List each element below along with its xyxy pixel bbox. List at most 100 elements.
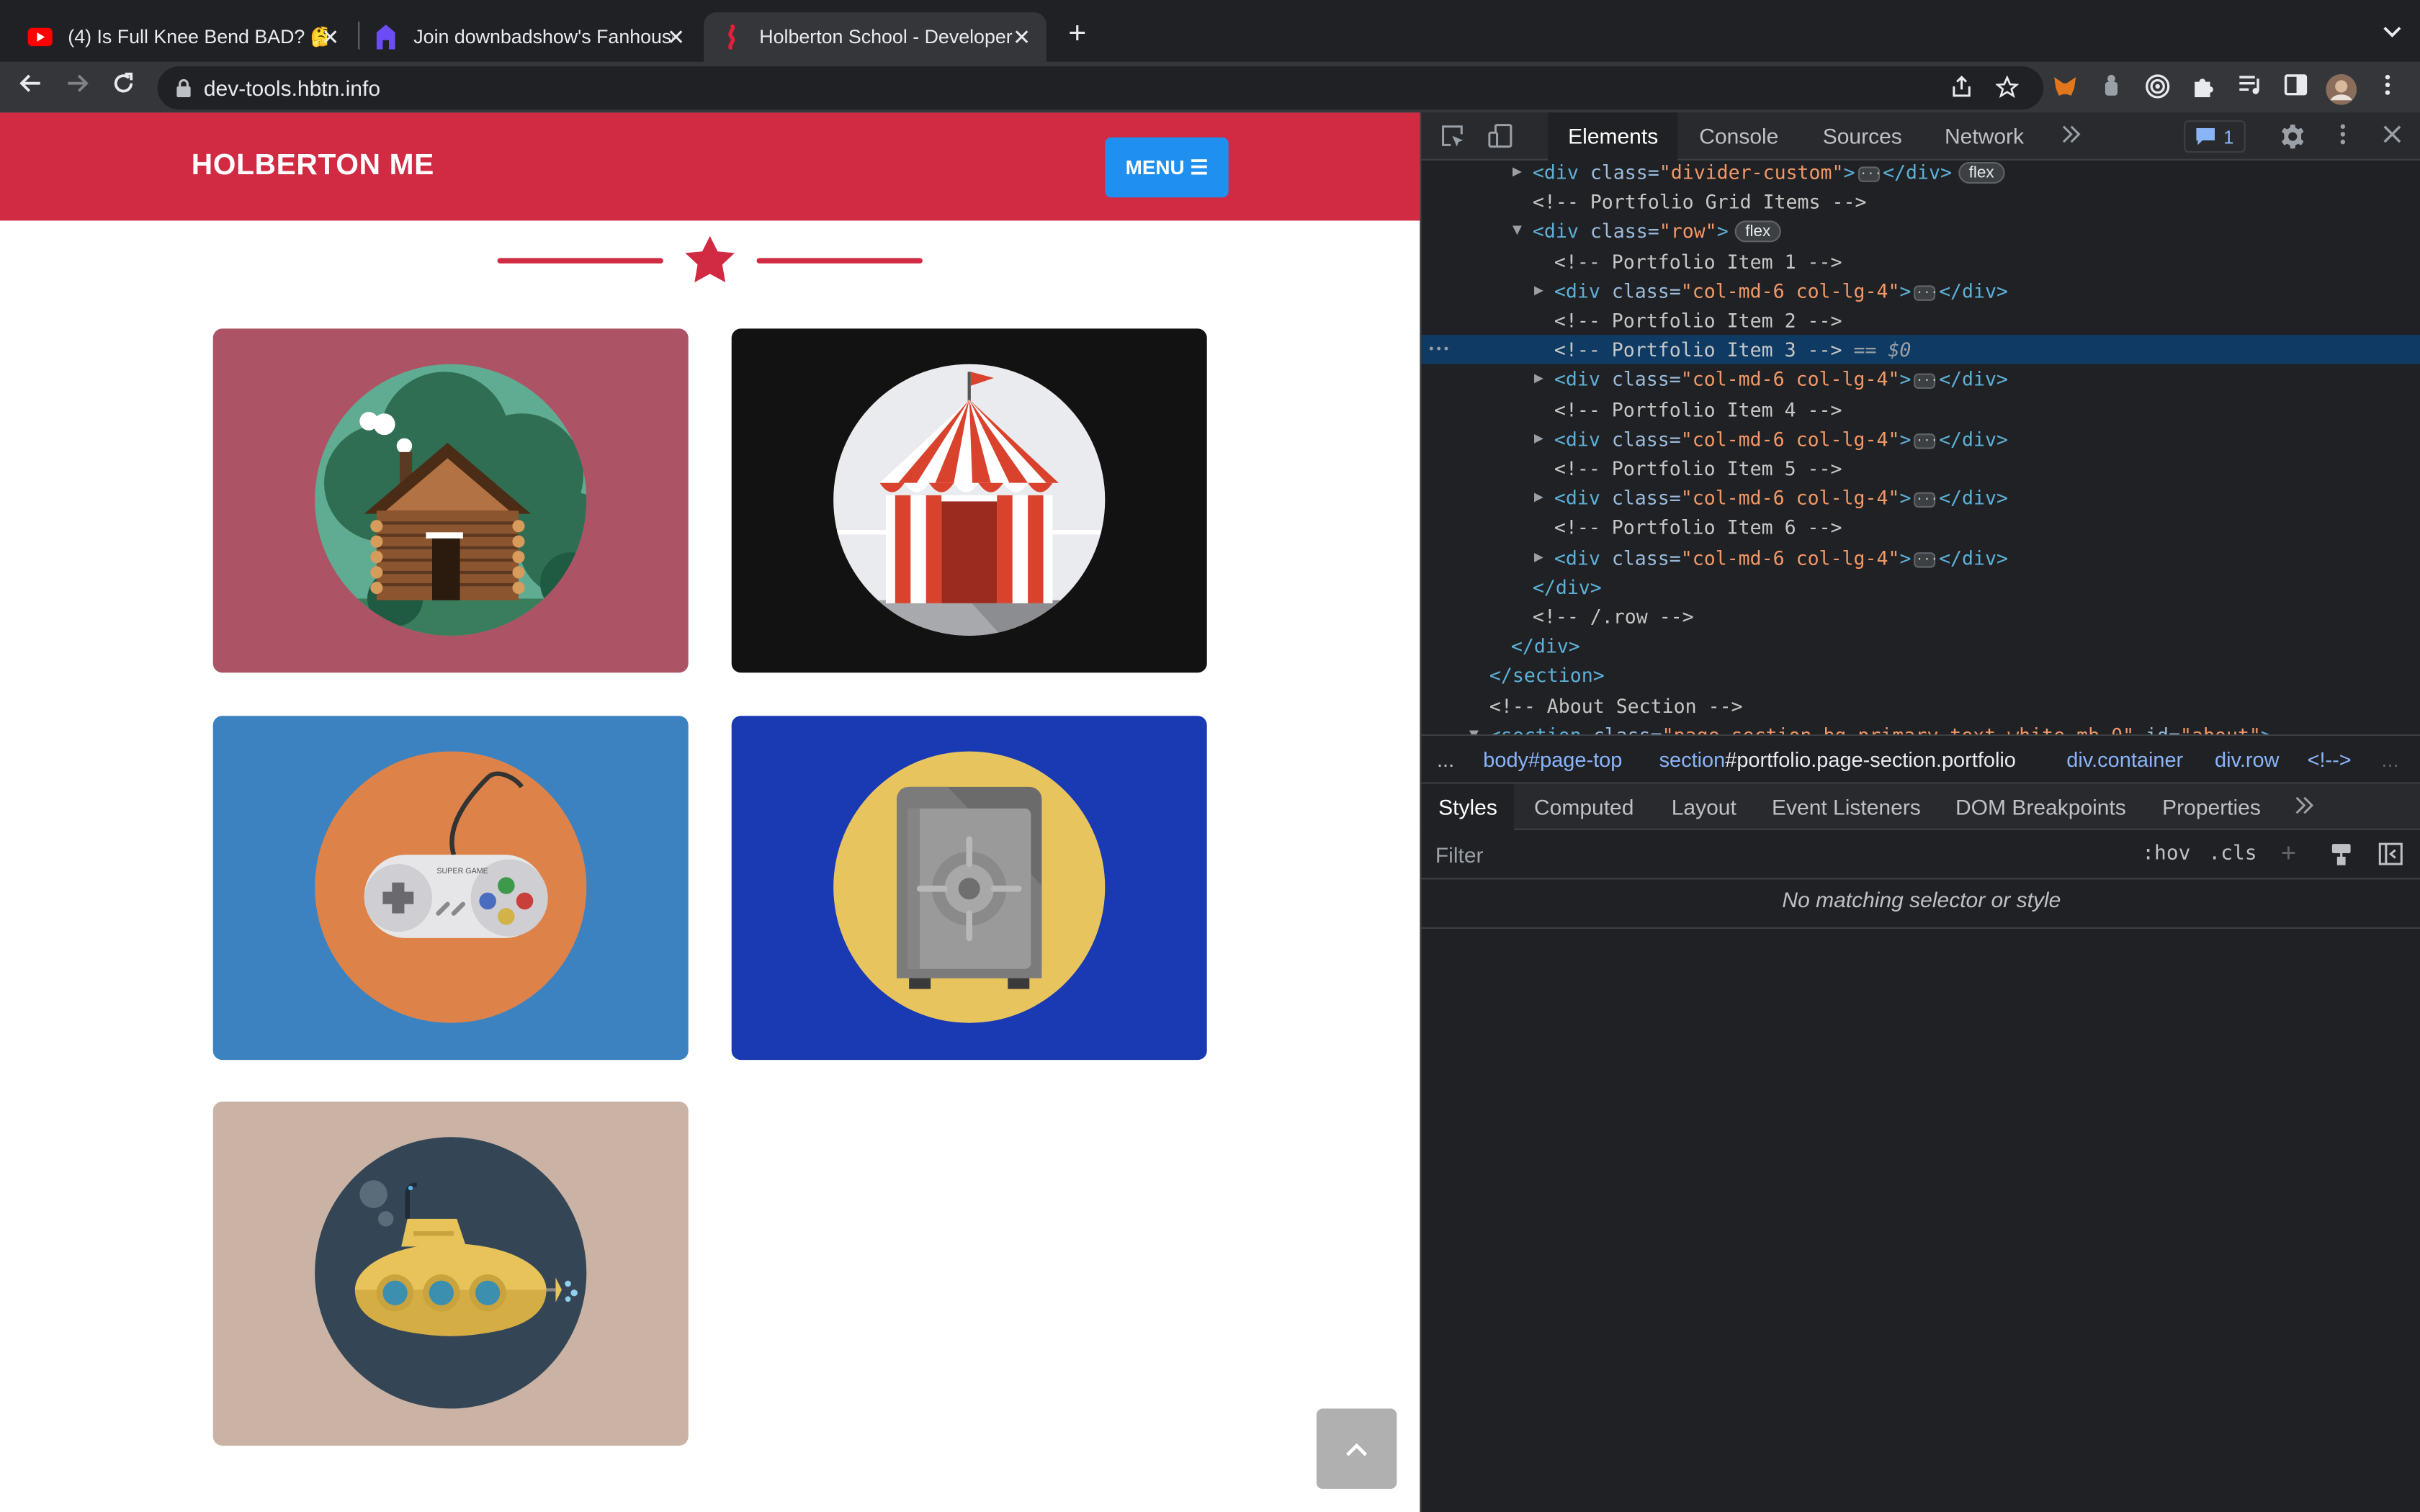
expand-triangle-icon[interactable]: ▶ xyxy=(1534,365,1543,395)
filter-input[interactable]: Filter xyxy=(1435,842,1484,867)
tab-layout[interactable]: Layout xyxy=(1672,784,1736,830)
collapsed-ellipsis[interactable]: ··· xyxy=(1914,433,1938,449)
tab-event-listeners[interactable]: Event Listeners xyxy=(1772,784,1921,830)
collapsed-ellipsis[interactable]: ··· xyxy=(1857,166,1882,182)
extension-icon[interactable] xyxy=(2097,74,2125,102)
close-devtools-icon[interactable] xyxy=(2378,123,2406,151)
flex-badge[interactable]: flex xyxy=(1734,221,1782,243)
portfolio-item[interactable] xyxy=(731,716,1207,1061)
portfolio-item[interactable] xyxy=(212,328,689,673)
browser-tab-fanhouse[interactable]: Join downbadshow's Fanhouse ✕ xyxy=(358,12,701,62)
hov-toggle[interactable]: :hov xyxy=(2142,842,2190,865)
dom-tree[interactable]: ▶ <div class="divider-custom"> ···</div> fl… xyxy=(1421,160,2420,734)
address-bar[interactable]: dev-tools.hbtn.info xyxy=(157,66,2044,110)
safe-icon xyxy=(833,751,1106,1023)
expand-triangle-icon[interactable]: ▶ xyxy=(1512,161,1522,186)
browser-tab-youtube[interactable]: (4) Is Full Knee Bend BAD? 🤔 ✕ xyxy=(12,12,355,62)
cls-toggle[interactable]: .cls xyxy=(2208,842,2257,865)
flex-badge[interactable]: flex xyxy=(1958,162,2005,184)
portfolio-item[interactable]: SUPER GAME xyxy=(212,716,689,1061)
share-icon[interactable] xyxy=(1949,76,1973,100)
target-icon[interactable] xyxy=(2143,74,2172,102)
back-icon[interactable] xyxy=(14,71,48,105)
brand-logo-text[interactable]: HOLBERTON ME xyxy=(192,150,434,184)
media-control-icon[interactable] xyxy=(2236,74,2264,102)
settings-gear-icon[interactable] xyxy=(2278,123,2306,151)
inspect-element-icon[interactable] xyxy=(1438,123,1466,151)
puzzle-icon[interactable] xyxy=(2190,74,2218,102)
no-matching-style-text: No matching selector or style xyxy=(1782,887,2061,912)
collapsed-ellipsis[interactable]: ··· xyxy=(1914,374,1938,390)
browser-tab-holberton[interactable]: Holberton School - Developer t ✕ xyxy=(704,12,1047,62)
breadcrumb-item[interactable]: body#page-top xyxy=(1483,748,1622,771)
expand-triangle-icon[interactable]: ▶ xyxy=(1534,483,1543,513)
breadcrumb-overflow[interactable]: ... xyxy=(2381,748,2398,771)
more-vert-icon[interactable] xyxy=(2329,123,2357,151)
close-icon[interactable]: ✕ xyxy=(1009,24,1034,50)
tab-styles[interactable]: Styles xyxy=(1421,783,1515,830)
forward-icon[interactable] xyxy=(60,71,94,105)
menu-button[interactable]: MENU ☰ xyxy=(1105,137,1229,198)
more-vert-icon[interactable] xyxy=(2374,74,2402,102)
metamask-icon[interactable] xyxy=(2051,74,2079,102)
dom-token: <!-- Portfolio Item 5 --> xyxy=(1554,456,1842,480)
tab-elements[interactable]: Elements xyxy=(1548,112,1679,161)
dom-token: class= xyxy=(1590,220,1659,243)
screen: (4) Is Full Knee Bend BAD? 🤔 ✕ Join down… xyxy=(0,0,2420,1512)
collapsed-ellipsis[interactable]: ··· xyxy=(1914,284,1938,301)
selected-node-dots[interactable]: ••• xyxy=(1428,335,1450,364)
close-icon[interactable]: ✕ xyxy=(318,24,342,50)
reload-icon[interactable] xyxy=(107,71,140,105)
dom-line-content: <!-- Portfolio Item 6 --> xyxy=(1554,513,1842,542)
portfolio-item[interactable] xyxy=(731,328,1207,673)
dom-line-content: <div class="col-md-6 col-lg-4"> ···</div> xyxy=(1554,483,2008,513)
new-style-rule-icon[interactable]: + xyxy=(2281,838,2296,868)
expand-triangle-icon[interactable]: ▶ xyxy=(1534,424,1543,454)
collapsed-ellipsis[interactable]: ··· xyxy=(1914,552,1938,567)
profile-avatar-icon[interactable] xyxy=(2326,73,2357,105)
dom-token: <!-- About Section --> xyxy=(1489,693,1743,717)
breadcrumb-item[interactable]: <!--> xyxy=(2308,748,2352,771)
breadcrumb-item[interactable]: section#portfolio.page-section.portfolio xyxy=(1659,748,2016,771)
portfolio-item[interactable] xyxy=(212,1102,689,1446)
collapsed-ellipsis[interactable]: ··· xyxy=(1914,492,1938,508)
dom-token: > xyxy=(1899,545,1912,569)
dom-token: "row" xyxy=(1659,220,1717,243)
dom-line-selected[interactable]: ••• <!-- Portfolio Item 3 --> == $0 xyxy=(1421,335,2420,365)
expand-triangle-icon[interactable]: ▶ xyxy=(1534,542,1543,572)
tab-network[interactable]: Network xyxy=(1945,112,2024,160)
close-icon[interactable]: ✕ xyxy=(663,24,688,50)
dom-token: > xyxy=(1843,160,1855,184)
tab-dom-breakpoints[interactable]: DOM Breakpoints xyxy=(1955,784,2126,830)
collapse-triangle-icon[interactable]: ▼ xyxy=(1469,720,1479,734)
tab-search-icon[interactable] xyxy=(2383,22,2402,43)
page-viewport: HOLBERTON ME MENU ☰ SUPER GAME xyxy=(0,112,1420,1512)
dom-token: class= xyxy=(1590,160,1659,184)
tab-computed[interactable]: Computed xyxy=(1534,784,1634,830)
issues-counter[interactable]: 1 xyxy=(2184,120,2246,153)
paint-icon[interactable] xyxy=(2331,842,2354,872)
issues-count: 1 xyxy=(2223,125,2234,148)
tab-console[interactable]: Console xyxy=(1699,112,1778,160)
new-tab-button[interactable]: + xyxy=(1062,19,1093,50)
breadcrumb-more[interactable]: ... xyxy=(1437,748,1454,771)
collapse-triangle-icon[interactable]: ▼ xyxy=(1512,217,1522,246)
breadcrumb-tag: body xyxy=(1483,748,1529,772)
device-toolbar-icon[interactable] xyxy=(1487,123,1515,151)
dom-token: <section xyxy=(1489,724,1593,734)
sidebar-toggle-icon[interactable] xyxy=(2378,842,2403,872)
bookmark-star-icon[interactable] xyxy=(1994,75,2019,100)
tab-properties[interactable]: Properties xyxy=(2162,784,2261,830)
controller-label: SUPER GAME xyxy=(436,867,488,876)
breadcrumb-item[interactable]: div.row xyxy=(2215,748,2280,771)
breadcrumb-item[interactable]: div.container xyxy=(2066,748,2183,771)
tab-sources[interactable]: Sources xyxy=(1823,112,1902,160)
more-tabs-icon[interactable] xyxy=(2057,123,2085,151)
scroll-to-top-button[interactable] xyxy=(1316,1408,1397,1489)
breadcrumb-selector: .row xyxy=(2239,748,2280,772)
browser-toolbar: dev-tools.hbtn.info xyxy=(0,61,2420,113)
lock-icon xyxy=(176,77,191,97)
more-tabs-icon[interactable] xyxy=(2295,784,2314,830)
side-panel-icon[interactable] xyxy=(2281,74,2309,102)
expand-triangle-icon[interactable]: ▶ xyxy=(1534,276,1543,305)
